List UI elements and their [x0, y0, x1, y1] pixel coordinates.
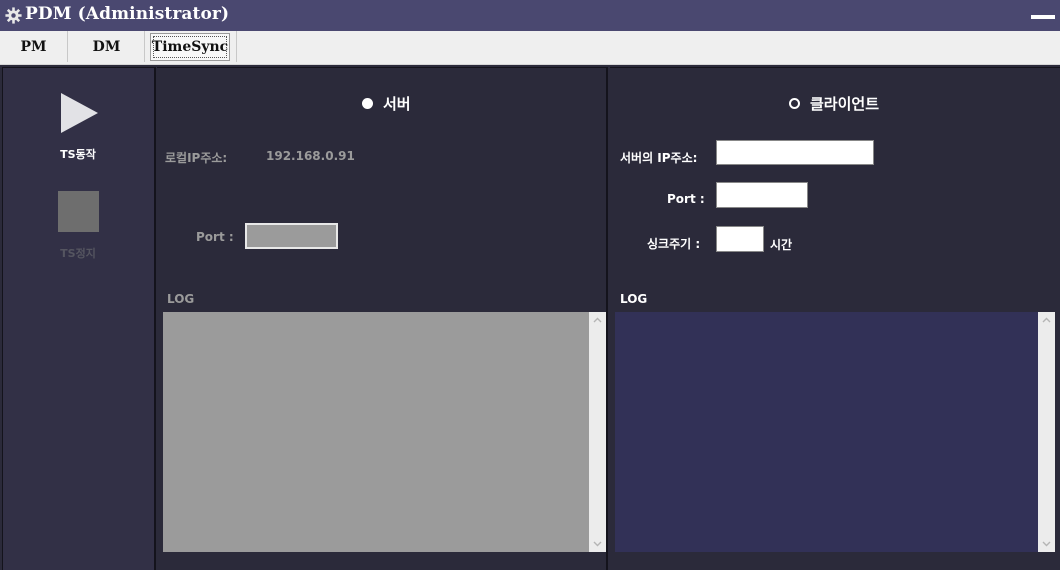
menu-bar: PM DM TimeSync — [0, 31, 1060, 65]
scroll-up-icon[interactable] — [1042, 316, 1051, 325]
client-radio-label: 클라이언트 — [810, 95, 880, 113]
server-log-label: LOG — [167, 292, 195, 306]
sidebar: TS동작 TS정지 — [2, 67, 156, 570]
scroll-down-icon[interactable] — [593, 539, 602, 548]
server-port-input[interactable] — [245, 223, 338, 249]
server-log-scrollbar[interactable] — [589, 312, 606, 552]
tab-timesync[interactable]: TimeSync — [150, 33, 230, 61]
gear-icon — [5, 7, 22, 24]
scroll-down-icon[interactable] — [1042, 539, 1051, 548]
scroll-up-icon[interactable] — [593, 316, 602, 325]
radio-selected-icon[interactable] — [362, 98, 373, 109]
client-panel: 클라이언트 서버의 IP주소: Port : 싱크주기 : 시간 LOG — [610, 67, 1060, 570]
server-log[interactable] — [163, 312, 606, 552]
sync-interval-input[interactable] — [716, 226, 764, 252]
server-log-area[interactable] — [163, 312, 589, 552]
client-log-area[interactable] — [615, 312, 1038, 552]
minimize-button[interactable] — [1031, 8, 1055, 24]
menu-divider — [236, 31, 237, 62]
client-radio[interactable]: 클라이언트 — [789, 93, 879, 114]
ts-start-label[interactable]: TS동작 — [3, 146, 153, 162]
tab-dm[interactable]: DM — [69, 31, 145, 62]
client-log-scrollbar[interactable] — [1038, 312, 1055, 552]
radio-unselected-icon[interactable] — [789, 98, 800, 109]
client-port-input[interactable] — [716, 182, 808, 208]
local-ip-label: 로컬IP주소: — [165, 151, 228, 165]
title-bar: PDM (Administrator) — [0, 0, 1060, 31]
stop-icon[interactable] — [58, 191, 99, 232]
server-panel: 서버 로컬IP주소: 192.168.0.91 Port : LOG — [157, 67, 608, 570]
sync-unit-label: 시간 — [770, 238, 793, 252]
client-port-label: Port : — [667, 192, 705, 206]
client-log[interactable] — [615, 312, 1055, 552]
server-radio[interactable]: 서버 — [362, 93, 411, 114]
sync-interval-label: 싱크주기 : — [647, 237, 701, 251]
pdm-window: PDM (Administrator) PM DM TimeSync TS동작 … — [0, 0, 1060, 570]
ts-stop-label[interactable]: TS정지 — [3, 245, 153, 261]
window-title: PDM (Administrator) — [25, 4, 230, 24]
server-ip-label: 서버의 IP주소: — [620, 151, 698, 165]
server-ip-input[interactable] — [716, 140, 874, 165]
local-ip-value: 192.168.0.91 — [266, 149, 355, 163]
tab-pm[interactable]: PM — [0, 31, 68, 62]
server-radio-label: 서버 — [383, 95, 411, 113]
play-icon[interactable] — [61, 93, 98, 133]
client-log-label: LOG — [620, 292, 648, 306]
server-port-label: Port : — [196, 230, 234, 244]
